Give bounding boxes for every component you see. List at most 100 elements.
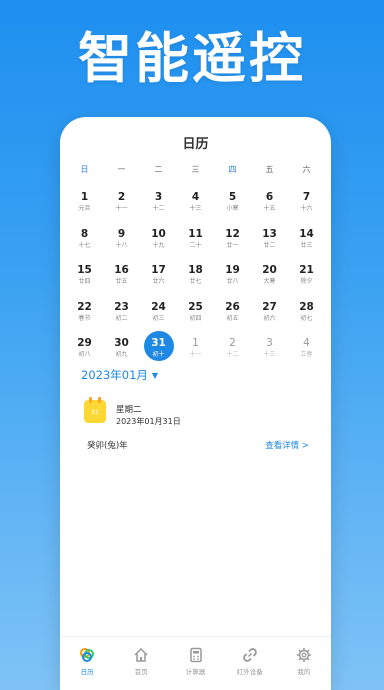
day-number: 13 xyxy=(262,227,277,240)
calendar-day-selected[interactable]: 31 初十 xyxy=(140,331,177,371)
month-label: 2023年01月 xyxy=(81,368,148,382)
calendar-day[interactable]: 23 初二 xyxy=(103,298,140,335)
lunar-date: 十三 xyxy=(189,205,202,212)
calendar-day[interactable]: 14 廿三 xyxy=(288,225,325,262)
calendar-day[interactable]: 13 廿二 xyxy=(251,225,288,262)
nav-ir-devices[interactable]: 红外设备 xyxy=(223,637,277,690)
day-number: 22 xyxy=(77,300,92,313)
calendar-day[interactable]: 27 初六 xyxy=(251,298,288,335)
day-number: 4 xyxy=(191,191,200,203)
calendar-day[interactable]: 20 大寒 xyxy=(251,261,288,298)
calendar-day[interactable]: 7 十六 xyxy=(288,188,325,225)
lunar-date: 廿八 xyxy=(226,278,239,285)
day-number: 12 xyxy=(225,227,240,240)
lunar-date: 十二 xyxy=(152,205,165,212)
day-number: 30 xyxy=(114,337,129,349)
calendar-day[interactable]: 17 廿六 xyxy=(140,261,177,298)
day-number: 10 xyxy=(151,227,166,240)
lunar-date: 廿六 xyxy=(152,278,165,285)
month-selector[interactable]: 2023年01月 ▼ xyxy=(81,367,158,383)
lunar-date: 初六 xyxy=(263,314,276,322)
lunar-date: 十一 xyxy=(115,205,128,212)
calendar-day[interactable]: 2 十二 xyxy=(214,334,251,371)
calendar-day[interactable]: 18 廿七 xyxy=(177,261,214,298)
weekday-label: 五 xyxy=(265,165,274,174)
lunar-date: 初九 xyxy=(115,351,128,358)
day-number: 19 xyxy=(225,264,240,276)
day-number: 17 xyxy=(151,264,166,276)
weekday-label: 三 xyxy=(191,165,200,174)
nav-profile[interactable]: 我的 xyxy=(277,637,331,690)
weekday-label: 一 xyxy=(117,165,126,174)
calendar-grid: 1 元旦 2 十一 3 十二 4 十三 5 小寒 6 十五 7 十六 8 十七 9 十八 10 十九 11 二十 12 廿一 1… xyxy=(66,188,325,371)
calendar-day[interactable]: 28 初七 xyxy=(288,298,325,335)
lunar-date: 元旦 xyxy=(78,205,91,212)
calendar-day[interactable]: 19 廿八 xyxy=(214,261,251,298)
calendar-day[interactable]: 15 廿四 xyxy=(66,261,103,298)
day-number: 9 xyxy=(117,227,126,240)
lunar-date: 二十 xyxy=(189,241,202,249)
day-number: 31 xyxy=(151,337,166,349)
calendar-day[interactable]: 16 廿五 xyxy=(103,261,140,298)
calendar-day[interactable]: 25 初四 xyxy=(177,298,214,335)
calendar-day[interactable]: 8 十七 xyxy=(66,225,103,262)
lunar-date: 初三 xyxy=(152,314,165,322)
calendar-day[interactable]: 3 十二 xyxy=(140,188,177,225)
calendar-day[interactable]: 3 十三 xyxy=(251,334,288,371)
day-number: 4 xyxy=(303,337,310,349)
lunar-date: 廿一 xyxy=(226,241,239,249)
nav-label: 红外设备 xyxy=(236,668,263,676)
day-number: 1 xyxy=(80,191,89,203)
nav-calculator[interactable]: 计算器 xyxy=(168,637,222,690)
calendar-day[interactable]: 21 除夕 xyxy=(288,261,325,298)
calendar-day[interactable]: 24 初三 xyxy=(140,298,177,335)
calendar-day[interactable]: 4 立春 xyxy=(288,334,325,371)
calendar-day[interactable]: 11 二十 xyxy=(177,225,214,262)
calendar-day[interactable]: 12 廿一 xyxy=(214,225,251,262)
lunar-date: 十八 xyxy=(115,241,128,249)
lunar-date: 初二 xyxy=(115,314,128,322)
view-details-link[interactable]: 查看详情 > xyxy=(265,439,309,451)
lunar-date: 初十 xyxy=(152,351,165,358)
day-number: 25 xyxy=(188,300,203,313)
weekday-label: 六 xyxy=(302,165,311,174)
calendar-day[interactable]: 6 十五 xyxy=(251,188,288,225)
link-icon xyxy=(242,648,257,662)
promo-title: 智能遥控 xyxy=(78,27,306,90)
calendar-icon-day: 31 xyxy=(91,409,99,416)
calendar-day[interactable]: 4 十三 xyxy=(177,188,214,225)
nav-calendar[interactable]: 日历 xyxy=(60,637,114,690)
calendar-day[interactable]: 29 初八 xyxy=(66,334,103,371)
calendar-day[interactable]: 10 十九 xyxy=(140,225,177,262)
day-number: 23 xyxy=(114,300,129,313)
calendar-day[interactable]: 1 元旦 xyxy=(66,188,103,225)
calendar-day[interactable]: 5 小寒 xyxy=(214,188,251,225)
day-number: 28 xyxy=(299,300,314,313)
lunar-date: 十三 xyxy=(263,351,276,358)
day-number: 7 xyxy=(302,191,311,203)
nav-label: 计算器 xyxy=(185,668,206,676)
day-number: 29 xyxy=(77,337,92,349)
calendar-day[interactable]: 1 十一 xyxy=(177,334,214,371)
calendar-day[interactable]: 9 十八 xyxy=(103,225,140,262)
calendar-icon: 31 xyxy=(84,397,106,423)
day-number: 8 xyxy=(80,227,89,240)
calendar-day[interactable]: 22 春节 xyxy=(66,298,103,335)
lunar-date: 十五 xyxy=(263,205,276,212)
lunar-date: 十七 xyxy=(78,241,91,249)
selected-date: 2023年01月31日 xyxy=(116,417,181,426)
calendar-day[interactable]: 30 初九 xyxy=(103,334,140,371)
calendar-day[interactable]: 26 初五 xyxy=(214,298,251,335)
weekday-label: 日 xyxy=(80,165,89,174)
nav-home[interactable]: 首页 xyxy=(114,637,168,690)
day-number: 6 xyxy=(265,191,274,203)
bottom-nav: 日历 首页 计算器 红外设备 我的 xyxy=(60,636,331,690)
day-number: 2 xyxy=(117,191,126,203)
lunar-date: 十六 xyxy=(300,205,313,212)
lunar-date: 初五 xyxy=(226,314,239,322)
nav-label: 我的 xyxy=(297,668,311,676)
day-number: 14 xyxy=(299,227,314,240)
day-number: 24 xyxy=(151,300,166,313)
day-number: 27 xyxy=(262,300,277,313)
calendar-day[interactable]: 2 十一 xyxy=(103,188,140,225)
